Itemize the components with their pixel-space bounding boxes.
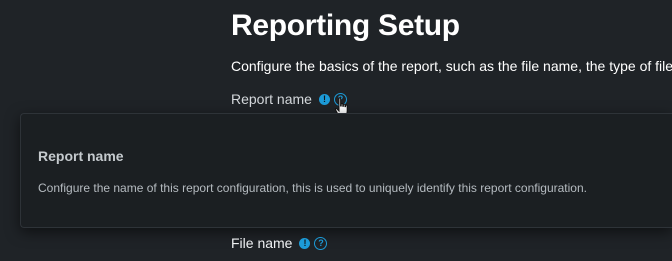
- info-icon[interactable]: !: [318, 93, 330, 105]
- reporting-setup-page: Reporting Setup Configure the basics of …: [0, 0, 672, 261]
- file-name-label: File name ! ?: [231, 235, 328, 251]
- file-name-label-text: File name: [231, 235, 293, 251]
- tooltip-title: Report name: [38, 148, 124, 164]
- help-icon[interactable]: ?: [314, 236, 328, 250]
- report-name-label-text: Report name: [231, 91, 312, 107]
- info-icon[interactable]: !: [299, 237, 311, 249]
- page-subtitle: Configure the basics of the report, such…: [231, 58, 672, 74]
- report-name-label: Report name ! ?: [231, 91, 347, 107]
- page-title: Reporting Setup: [231, 9, 460, 42]
- tooltip-body: Configure the name of this report config…: [38, 181, 587, 195]
- help-tooltip: Report name Configure the name of this r…: [20, 113, 672, 228]
